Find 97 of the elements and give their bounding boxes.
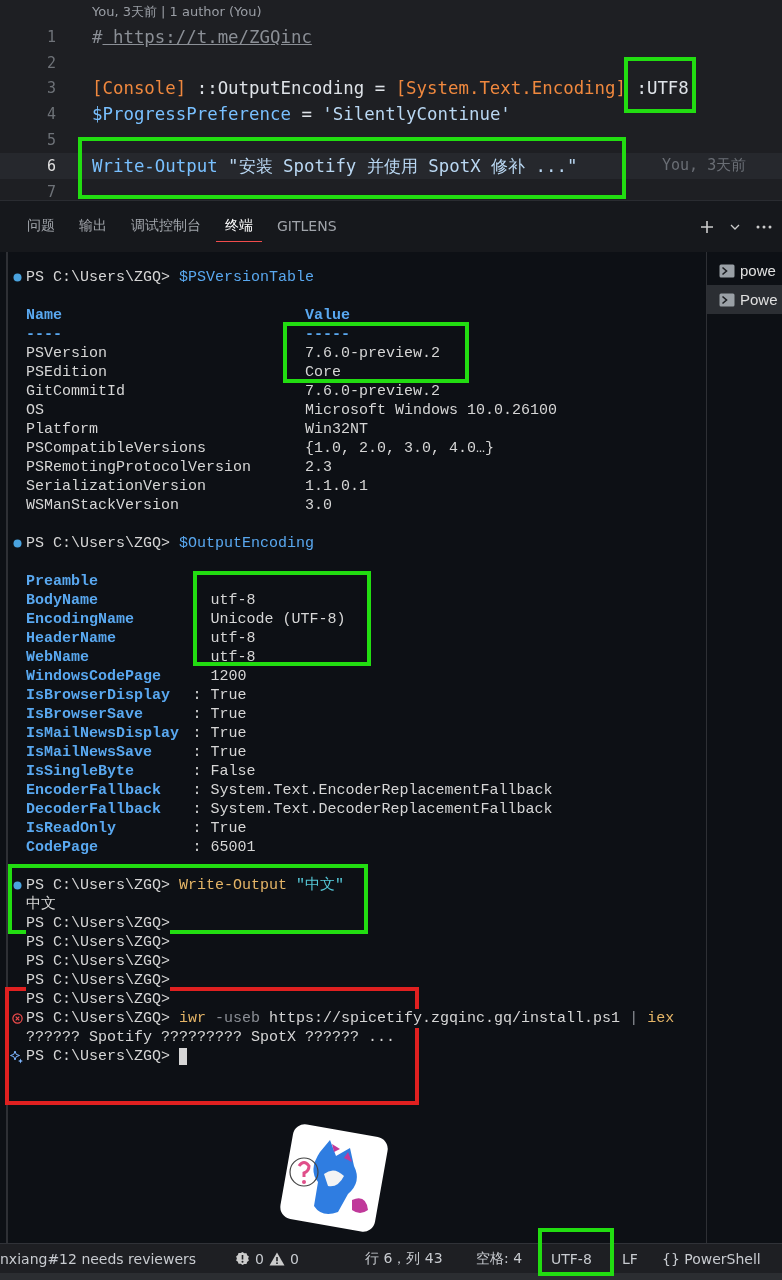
panel-tab[interactable]: GITLENS (268, 212, 346, 241)
property-name: IsMailNewsSave (26, 744, 153, 761)
separator-colon: : (192, 725, 202, 742)
property-name: IsBrowserSave (26, 706, 144, 723)
property-name: IsSingleByte (26, 763, 135, 780)
separator-colon: : (192, 706, 202, 723)
property-value: 7.6.0-preview.2 (305, 344, 441, 363)
property-value: True (210, 819, 247, 838)
code-line: [Console] ::OutputEncoding = [System.Text.Encoding] :UTF8 (92, 78, 689, 99)
language-mode[interactable]: {} PowerShell (662, 1250, 761, 1267)
property-name: IsReadOnly (26, 820, 116, 837)
line-number: 5 (45, 131, 56, 150)
property-name: IsMailNewsDisplay (26, 725, 180, 742)
property-name: WSManStackVersion (26, 497, 180, 514)
column-header: Name (26, 307, 62, 324)
property-value: 7.6.0-preview.2 (305, 382, 441, 401)
separator-colon: : (192, 820, 202, 837)
property-value: True (210, 686, 247, 705)
line-number: 4 (45, 105, 56, 124)
property-value: System.Text.DecoderReplacementFallback (210, 800, 553, 819)
property-name: EncoderFallback (26, 782, 162, 799)
property-value: Win32NT (305, 420, 369, 439)
panel-tab[interactable]: 调试控制台 (122, 211, 210, 242)
property-value: Core (305, 363, 342, 382)
property-name: SerializationVersion (26, 478, 207, 495)
separator-colon: : (192, 687, 202, 704)
property-name: BodyName (26, 592, 98, 609)
line-ending-status[interactable]: LF (622, 1250, 638, 1267)
inline-blame: You, 3天前 (662, 156, 747, 176)
terminal-icon (719, 292, 735, 307)
separator-colon: : (192, 839, 202, 856)
property-name: GitCommitId (26, 383, 126, 400)
column-header: Value (305, 306, 351, 325)
add-icon[interactable] (700, 219, 714, 234)
error-icon (235, 1251, 250, 1266)
line-number: 2 (45, 53, 56, 72)
indentation-status[interactable]: 空格: 4 (476, 1249, 523, 1268)
property-value: utf-8 (210, 591, 256, 610)
property-name: HeaderName (26, 630, 116, 647)
property-name: WindowsCodePage (26, 668, 162, 685)
separator-colon: : (192, 763, 202, 780)
separator-colon: : (192, 782, 202, 799)
separator-colon: : (192, 744, 202, 761)
warning-icon (268, 1251, 285, 1266)
property-value: True (210, 724, 247, 743)
property-name: PSVersion (26, 345, 107, 362)
property-name: PSCompatibleVersions (26, 440, 207, 457)
more-icon[interactable] (756, 224, 772, 229)
panel-tab[interactable]: 输出 (70, 211, 116, 242)
code-line: $ProgressPreference = 'SilentlyContinue' (92, 104, 511, 125)
line-number: 7 (45, 182, 56, 200)
encoding-status[interactable]: UTF-8 (551, 1250, 592, 1267)
property-value: System.Text.EncoderReplacementFallback (210, 781, 553, 800)
property-value: utf-8 (210, 629, 256, 648)
property-name: Preamble (26, 573, 98, 590)
line-number: 1 (45, 27, 56, 46)
terminal-instance[interactable]: powe (707, 256, 782, 285)
property-name: WebName (26, 649, 89, 666)
blame-annotation: You, 3天前 | 1 author (You) (91, 3, 263, 21)
separator-colon: : (192, 801, 202, 818)
property-value: 2.3 (305, 458, 333, 477)
property-value: True (210, 743, 247, 762)
terminal-output: ?????? Spotify ????????? SpotX ?????? ... (26, 1028, 396, 1047)
terminal-output: 中文 (26, 895, 56, 914)
warning-count[interactable]: 0 (289, 1250, 299, 1267)
property-value: True (210, 705, 247, 724)
property-value: utf-8 (210, 648, 256, 667)
property-value: Microsoft Windows 10.0.26100 (305, 401, 558, 420)
chevron-down-icon[interactable] (730, 223, 740, 230)
header-rule: ---- (26, 326, 62, 343)
error-count[interactable]: 0 (255, 1250, 264, 1267)
panel-tab[interactable]: 问题 (18, 211, 64, 242)
cursor-position[interactable]: 行 6，列 43 (365, 1249, 443, 1268)
property-name: CodePage (26, 839, 98, 856)
terminal-icon (719, 263, 735, 278)
property-value: 65001 (210, 838, 256, 857)
header-rule: ----- (305, 325, 351, 344)
property-name: PSRemotingProtocolVersion (26, 459, 252, 476)
property-name: Platform (26, 421, 98, 438)
property-value: Unicode (UTF-8) (210, 610, 346, 629)
property-value: 1.1.0.1 (305, 477, 369, 496)
terminal-instance[interactable]: Powe (707, 285, 782, 314)
property-value: False (210, 762, 256, 781)
property-name: EncodingName (26, 611, 135, 628)
code-line: # https://t.me/ZGQinc (92, 26, 312, 47)
property-name: PSEdition (26, 364, 107, 381)
panel-tab[interactable]: 终端 (216, 211, 262, 242)
property-name: IsBrowserDisplay (26, 687, 171, 704)
line-number: 6 (45, 156, 56, 175)
property-value: 1200 (210, 667, 247, 686)
property-name: DecoderFallback (26, 801, 162, 818)
code-line: Write-Output "安装 Spotify 并使用 SpotX 修补 ..." (92, 155, 578, 176)
property-value: 3.0 (305, 496, 333, 515)
property-value: {1.0, 2.0, 3.0, 4.0…} (305, 439, 495, 458)
pull-request-status[interactable]: nxiang#12 needs reviewers (0, 1250, 197, 1267)
line-number: 3 (45, 79, 56, 98)
property-name: OS (26, 402, 44, 419)
